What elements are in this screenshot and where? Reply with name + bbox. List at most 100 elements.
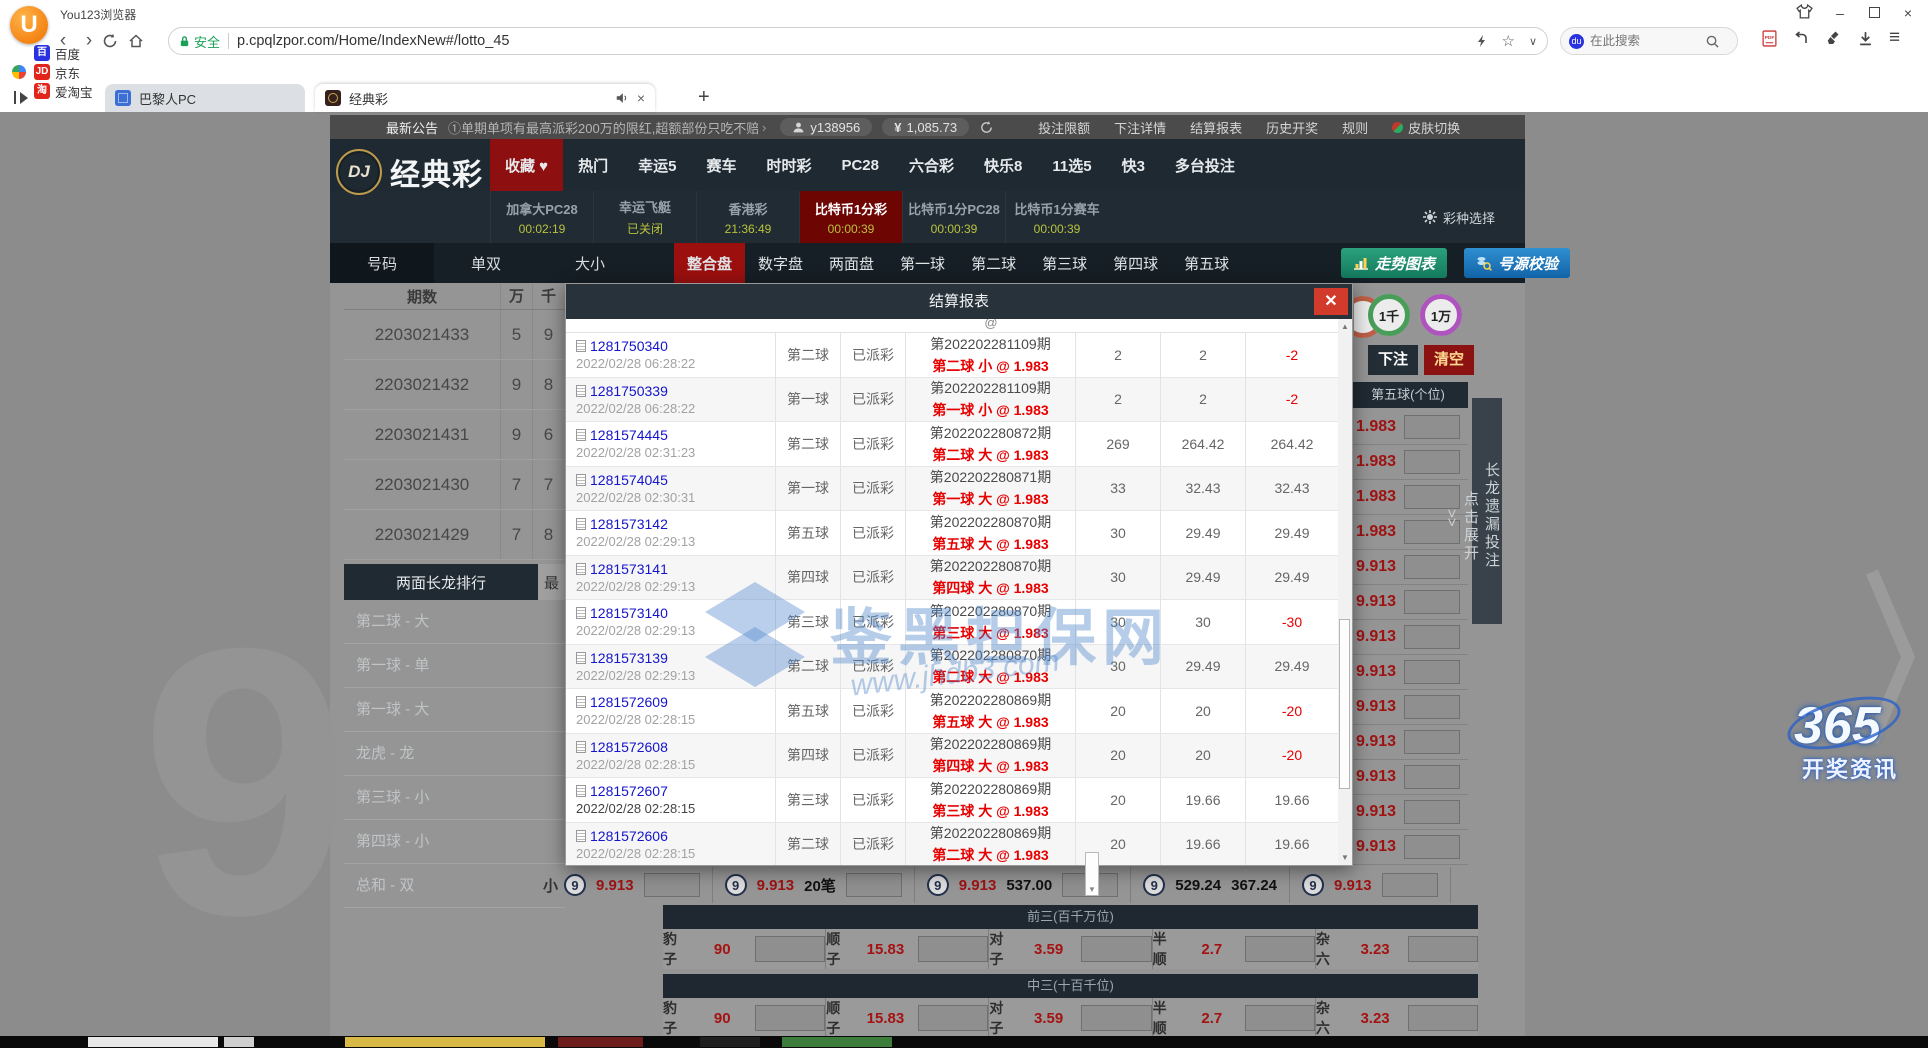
bet-amount-input[interactable]: [1404, 800, 1460, 824]
chip-1000[interactable]: 1千: [1368, 294, 1410, 336]
nav-item[interactable]: 快3: [1107, 139, 1160, 191]
bet-amount-input[interactable]: [1245, 936, 1315, 962]
odds-value[interactable]: 9.913: [1348, 663, 1404, 681]
game-tab[interactable]: 两面盘: [816, 243, 887, 283]
nav-item[interactable]: 幸运5: [623, 139, 691, 191]
taskbar-thumbnail[interactable]: [782, 1037, 892, 1047]
menu-icon[interactable]: ≡: [1889, 27, 1900, 49]
bet-id-link[interactable]: 1281572608: [576, 739, 775, 755]
bet-amount-input[interactable]: [1404, 625, 1460, 649]
nav-item[interactable]: 收藏 ♥: [490, 139, 563, 191]
odds-value[interactable]: 9.913: [1348, 628, 1404, 646]
bet-amount-input[interactable]: [1404, 485, 1460, 509]
bet-id-link[interactable]: 1281573141: [576, 561, 775, 577]
latest-tab[interactable]: 最: [538, 564, 565, 600]
summary-odds[interactable]: 9.913: [1334, 877, 1372, 894]
url-text[interactable]: p.cpqlzpor.com/Home/IndexNew#/lotto_45: [237, 33, 1477, 49]
scroll-down-icon[interactable]: ▼: [1338, 850, 1352, 865]
bet-amount-input[interactable]: [755, 1005, 825, 1031]
nav-item[interactable]: 六合彩: [894, 139, 969, 191]
odds-value[interactable]: 9.913: [1348, 558, 1404, 576]
bet-amount-input[interactable]: [918, 1005, 988, 1031]
address-bar[interactable]: 安全 p.cpqlzpor.com/Home/IndexNew#/lotto_4…: [168, 27, 1548, 55]
chip-10000[interactable]: 1万: [1420, 294, 1462, 336]
nav-item[interactable]: 热门: [563, 139, 623, 191]
bet-id-link[interactable]: 1281572607: [576, 783, 775, 799]
game-tab[interactable]: 第五球: [1171, 243, 1242, 283]
download-icon[interactable]: [1858, 31, 1873, 46]
bet-amount-input[interactable]: [644, 873, 700, 897]
bet-id-link[interactable]: 1281574445: [576, 427, 775, 443]
odds-value[interactable]: 9.913: [1348, 698, 1404, 716]
bet-amount-input[interactable]: [1382, 873, 1438, 897]
streak-miss-side-panel[interactable]: 长龙遗漏投注 点击展开 >>: [1472, 398, 1502, 624]
lottery-tile[interactable]: 比特币1分彩 00:00:39: [799, 191, 902, 243]
taskbar-thumbnail[interactable]: [224, 1037, 254, 1047]
new-tab-button[interactable]: +: [698, 86, 710, 109]
nav-item[interactable]: 赛车: [691, 139, 751, 191]
bet-id-link[interactable]: 1281572606: [576, 828, 775, 844]
odds-value[interactable]: 9.913: [1348, 593, 1404, 611]
apps-pinwheel-icon[interactable]: [12, 65, 26, 79]
streak-rank-item[interactable]: 第四球 - 小: [344, 820, 565, 864]
ball-number[interactable]: 9: [564, 874, 586, 896]
bet-amount-input[interactable]: [755, 936, 825, 962]
reader-lightning-icon[interactable]: [1477, 34, 1487, 48]
lottery-tile[interactable]: 香港彩 21:36:49: [696, 191, 799, 243]
taskbar-thumbnail[interactable]: [558, 1037, 643, 1047]
taskbar-thumbnail[interactable]: [88, 1037, 218, 1047]
streak-rank-tab[interactable]: 两面长龙排行: [344, 564, 538, 600]
bet-amount-input[interactable]: [1404, 450, 1460, 474]
bet-amount-input[interactable]: [1404, 590, 1460, 614]
game-tab[interactable]: 第三球: [1029, 243, 1100, 283]
lottery-tile[interactable]: 比特币1分PC28 00:00:39: [902, 191, 1005, 243]
skin-switch-link[interactable]: 皮肤切换: [1392, 118, 1460, 137]
game-tab[interactable]: 第一球: [887, 243, 958, 283]
streak-rank-item[interactable]: 第二球 - 大: [344, 600, 565, 644]
view-tab[interactable]: 号码: [330, 243, 434, 283]
scroll-up-icon[interactable]: ▲: [1338, 319, 1352, 334]
odds-value[interactable]: 1.983: [1348, 523, 1404, 541]
user-pill[interactable]: y138956: [780, 118, 872, 136]
broom-icon[interactable]: [1826, 30, 1842, 46]
bet-id-link[interactable]: 1281573140: [576, 605, 775, 621]
header-link[interactable]: 历史开奖: [1266, 118, 1318, 137]
ball-number[interactable]: 9: [1302, 874, 1324, 896]
bet-amount-input[interactable]: [1245, 1005, 1315, 1031]
streak-rank-item[interactable]: 总和 - 双: [344, 864, 565, 908]
bet-amount-input[interactable]: [1408, 1005, 1478, 1031]
header-link[interactable]: 结算报表: [1190, 118, 1242, 137]
nav-item[interactable]: 时时彩: [751, 139, 826, 191]
odds-value[interactable]: 9.913: [1348, 768, 1404, 786]
close-button[interactable]: ×: [1898, 4, 1918, 22]
bet-amount-input[interactable]: [1404, 415, 1460, 439]
odds-value[interactable]: 9.913: [1348, 838, 1404, 856]
lottery-picker[interactable]: 彩种选择: [1423, 191, 1495, 243]
nav-item[interactable]: 11选5: [1037, 139, 1106, 191]
inner-scrollbar[interactable]: ▼: [1085, 852, 1099, 896]
summary-odds[interactable]: 9.913: [596, 877, 634, 894]
bet-amount-input[interactable]: [918, 936, 988, 962]
streak-rank-item[interactable]: 第三球 - 小: [344, 776, 565, 820]
chevron-down-icon[interactable]: ∨: [1529, 35, 1537, 48]
odds-value[interactable]: 1.983: [1348, 453, 1404, 471]
bet-id-link[interactable]: 1281750339: [576, 383, 775, 399]
place-bet-button[interactable]: 下注: [1368, 345, 1418, 375]
maximize-button[interactable]: [1864, 4, 1884, 22]
bet-id-link[interactable]: 1281574045: [576, 472, 775, 488]
nav-item[interactable]: PC28: [826, 139, 894, 191]
bet-amount-input[interactable]: [1081, 936, 1151, 962]
refresh-balance-icon[interactable]: [979, 120, 994, 135]
bookmark-item[interactable]: 百 百度: [34, 44, 93, 63]
header-link[interactable]: 下注详情: [1114, 118, 1166, 137]
quick-search[interactable]: du: [1560, 27, 1738, 55]
streak-rank-item[interactable]: 第一球 - 单: [344, 644, 565, 688]
bet-id-link[interactable]: 1281573139: [576, 650, 775, 666]
bet-amount-input[interactable]: [1404, 835, 1460, 859]
bet-id-link[interactable]: 1281750340: [576, 338, 775, 354]
ball-number[interactable]: 9: [1143, 874, 1165, 896]
ball-number[interactable]: 9: [725, 874, 747, 896]
game-tab[interactable]: 整合盘: [674, 243, 745, 283]
undo-icon[interactable]: [1793, 30, 1810, 46]
balance-pill[interactable]: ¥ 1,085.73: [882, 118, 969, 136]
